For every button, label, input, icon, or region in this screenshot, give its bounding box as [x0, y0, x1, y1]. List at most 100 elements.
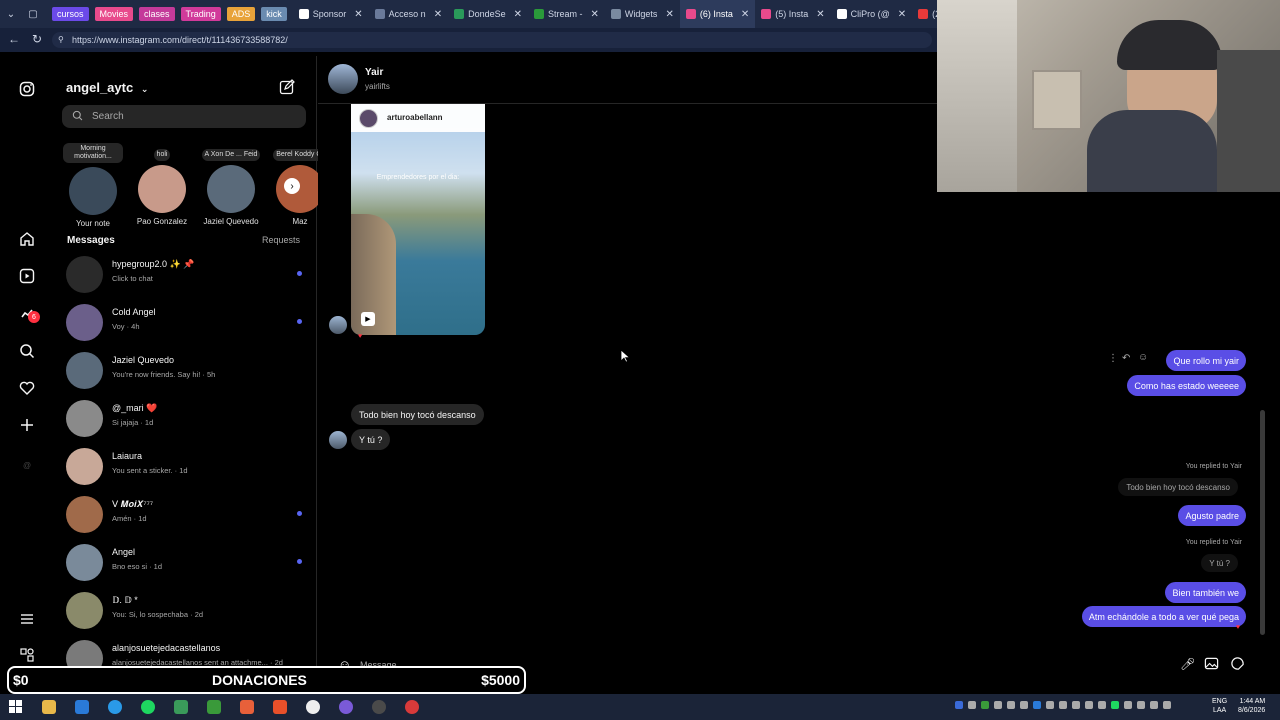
address-bar[interactable]: ⚲ https://www.instagram.com/direct/t/111…: [52, 32, 932, 48]
bookmark-2[interactable]: clases: [139, 7, 175, 21]
conversation-item[interactable]: @_mari ❤️ Si jajaja · 1d: [66, 396, 302, 440]
search-icon[interactable]: [18, 342, 36, 360]
message-bubble-out[interactable]: Como has estado weeeee: [1127, 375, 1246, 396]
tray-icon[interactable]: [1020, 701, 1028, 709]
tray-icon[interactable]: [1150, 701, 1158, 709]
message-bubble-in[interactable]: Todo bien hoy tocó descanso: [351, 404, 484, 425]
bookmark-3[interactable]: Trading: [180, 7, 221, 21]
note-item[interactable]: holi Pao Gonzalez: [131, 143, 193, 226]
tray-icon[interactable]: [1163, 701, 1171, 709]
tray-icon[interactable]: [955, 701, 963, 709]
browser-tab-5[interactable]: (6) Insta ✕: [679, 0, 756, 28]
conversation-item[interactable]: Cold Angel Voy · 4h: [66, 300, 302, 344]
more-options-icon[interactable]: ⋮: [1108, 353, 1118, 364]
bookmark-0[interactable]: cursos: [52, 7, 89, 21]
contact-name[interactable]: Yair: [365, 67, 383, 78]
browser-tab-3[interactable]: Stream - ✕: [528, 0, 605, 28]
tab-close-icon[interactable]: ✕: [434, 9, 442, 20]
tray-icon[interactable]: [1111, 701, 1119, 709]
heart-icon[interactable]: [18, 379, 36, 397]
language-indicator[interactable]: ENG LAA: [1212, 697, 1227, 715]
tray-icon[interactable]: [994, 701, 1002, 709]
home-icon[interactable]: [18, 230, 36, 248]
workspace-icon[interactable]: ▢: [22, 0, 44, 28]
obs-icon[interactable]: [339, 700, 353, 714]
requests-link[interactable]: Requests: [262, 235, 300, 245]
tray-icon[interactable]: [1007, 701, 1015, 709]
messenger-icon[interactable]: 6: [18, 305, 40, 323]
tray-icon[interactable]: [1072, 701, 1080, 709]
tab-close-icon[interactable]: ✕: [591, 9, 599, 20]
reels-icon[interactable]: [18, 267, 36, 285]
thread-scrollbar[interactable]: [1260, 410, 1265, 635]
tray-icon[interactable]: [1085, 701, 1093, 709]
xbox-icon[interactable]: [207, 700, 221, 714]
shared-reel[interactable]: arturoabellann Emprendedores por el dia:…: [351, 104, 485, 335]
edge-icon[interactable]: [108, 700, 122, 714]
app2-icon[interactable]: [240, 700, 254, 714]
account-switcher[interactable]: angel_aytc ⌄: [66, 80, 148, 95]
tab-close-icon[interactable]: ✕: [354, 9, 362, 20]
sticker-icon[interactable]: [1230, 656, 1245, 676]
browser-tab-6[interactable]: (5) Insta ✕: [755, 0, 830, 28]
conversation-item[interactable]: Jaziel Quevedo You're now friends. Say hi…: [66, 348, 302, 392]
tab-close-icon[interactable]: ✕: [514, 9, 522, 20]
new-message-icon[interactable]: [279, 79, 295, 100]
react-emoji-icon[interactable]: ☺: [1138, 352, 1148, 363]
app-icon[interactable]: [174, 700, 188, 714]
app3-icon[interactable]: [306, 700, 320, 714]
conversation-item[interactable]: 𝔻. 𝔻 * You: Si, lo sospechaba · 2d: [66, 588, 302, 632]
file-explorer-icon[interactable]: [42, 700, 56, 714]
store-icon[interactable]: [75, 700, 89, 714]
browser-tab-4[interactable]: Widgets ✕: [605, 0, 680, 28]
browser-tab-0[interactable]: Sponsor ✕: [293, 0, 369, 28]
site-info-icon[interactable]: ⚲: [58, 35, 64, 44]
tab-close-icon[interactable]: ✕: [898, 9, 906, 20]
menu-icon[interactable]: [18, 610, 36, 628]
browser-tab-7[interactable]: CliPro (@ ✕: [831, 0, 913, 28]
tray-icon[interactable]: [1046, 701, 1054, 709]
conversation-item[interactable]: ᐯ 𝑴𝒐𝒊𝑿⁷⁷⁷ Amén · 1d: [66, 492, 302, 536]
browser-tab-2[interactable]: DondeSe ✕: [448, 0, 528, 28]
contact-avatar[interactable]: [328, 64, 358, 94]
back-icon[interactable]: ←: [8, 32, 20, 46]
reel-author[interactable]: arturoabellann: [387, 113, 443, 122]
tray-icon[interactable]: [981, 701, 989, 709]
message-bubble-out[interactable]: Bien también we: [1165, 582, 1246, 603]
reaction-heart-icon[interactable]: ♥: [1236, 624, 1240, 631]
reply-icon[interactable]: ↶: [1122, 353, 1130, 364]
start-icon[interactable]: [9, 700, 23, 714]
notes-next-button[interactable]: ›: [284, 178, 300, 194]
chrome-icon[interactable]: [405, 700, 419, 714]
tray-icon[interactable]: [1124, 701, 1132, 709]
reaction-heart-icon[interactable]: ♥: [358, 333, 362, 340]
bookmark-1[interactable]: Movies: [94, 7, 134, 21]
tab-list-button[interactable]: ⌄: [0, 0, 22, 28]
conversation-item[interactable]: Laiaura You sent a sticker. · 1d: [66, 444, 302, 488]
note-item[interactable]: A Xon De ... Feid Jaziel Quevedo: [200, 143, 262, 226]
tab-close-icon[interactable]: ✕: [665, 9, 673, 20]
threads-icon[interactable]: @: [18, 456, 36, 474]
reload-icon[interactable]: ↻: [32, 32, 42, 46]
create-icon[interactable]: [18, 416, 36, 434]
message-bubble-out[interactable]: Agusto padre: [1178, 505, 1246, 526]
tray-icon[interactable]: [968, 701, 976, 709]
quoted-message[interactable]: Todo bien hoy tocó descanso: [1118, 478, 1238, 496]
conversation-item[interactable]: hypegroup2.0 ✨ 📌 Click to chat: [66, 252, 302, 296]
tray-icon[interactable]: [1059, 701, 1067, 709]
message-bubble-in[interactable]: Y tú ?: [351, 429, 391, 450]
apps-icon[interactable]: [18, 646, 36, 664]
github-icon[interactable]: [372, 700, 386, 714]
tray-icon[interactable]: [1033, 701, 1041, 709]
search-input[interactable]: Search: [62, 105, 306, 128]
tab-close-icon[interactable]: ✕: [816, 9, 824, 20]
quoted-message[interactable]: Y tú ?: [1201, 554, 1238, 572]
message-bubble-out[interactable]: Atm echándole a todo a ver qué pega: [1081, 606, 1246, 627]
brave-icon[interactable]: [273, 700, 287, 714]
clock[interactable]: 1:44 AM 8/6/2026: [1238, 697, 1265, 715]
message-bubble-out[interactable]: Que rollo mi yair: [1166, 350, 1246, 371]
note-item[interactable]: Morning motivation... Your note: [62, 143, 124, 228]
bookmark-4[interactable]: ADS: [226, 7, 256, 21]
tray-icon[interactable]: [1098, 701, 1106, 709]
tab-close-icon[interactable]: ✕: [741, 9, 749, 20]
